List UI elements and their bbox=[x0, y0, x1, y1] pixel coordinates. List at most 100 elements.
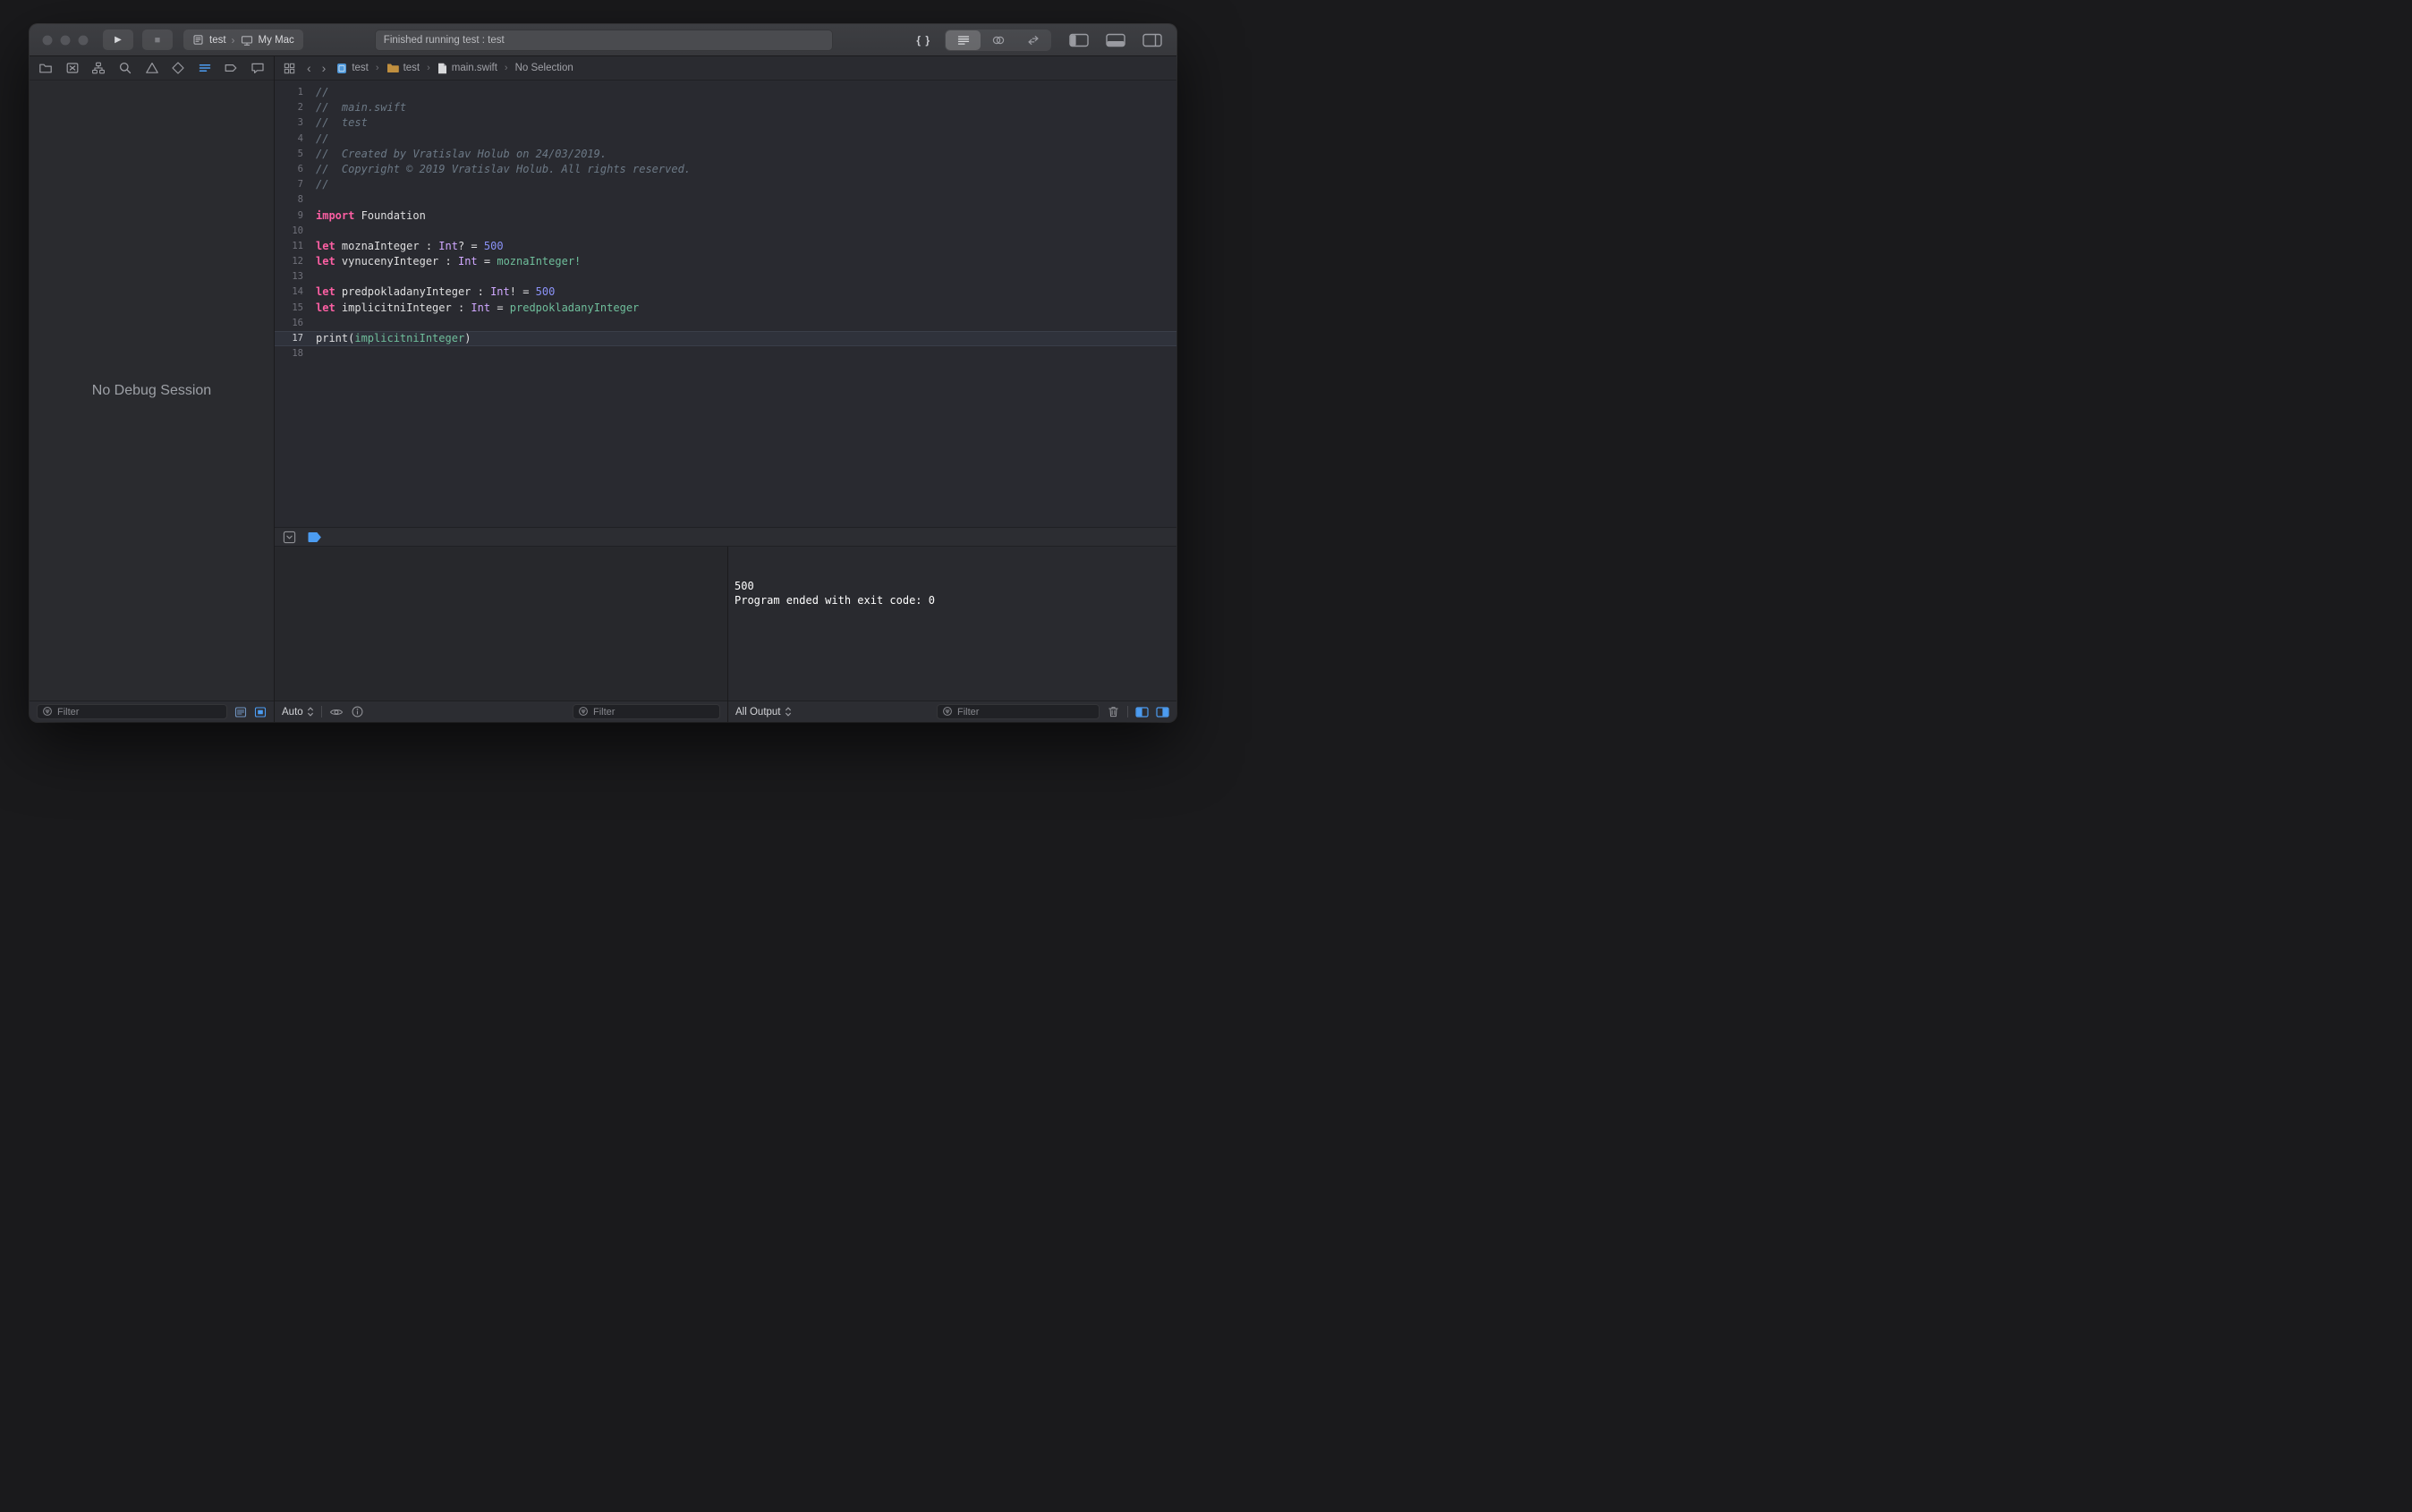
code-text: import Foundation bbox=[316, 208, 426, 222]
toggle-navigator-button[interactable] bbox=[1066, 30, 1092, 51]
code-line-9[interactable]: 9 import Foundation bbox=[275, 208, 1176, 224]
stop-button[interactable]: ■ bbox=[142, 30, 173, 50]
list-square-icon bbox=[234, 706, 247, 718]
console-scope-dropdown[interactable]: All Output bbox=[735, 706, 792, 718]
console-output[interactable]: 500 Program ended with exit code: 0 bbox=[728, 547, 1176, 701]
no-debug-session-text: No Debug Session bbox=[91, 382, 212, 398]
clear-console-button[interactable] bbox=[1107, 705, 1120, 718]
forward-button[interactable]: › bbox=[322, 62, 327, 74]
breadcrumb-label: test bbox=[403, 63, 420, 73]
scheme-selector[interactable]: test › My Mac bbox=[183, 30, 303, 50]
scheme-destination-label: My Mac bbox=[258, 34, 294, 46]
code-line-3[interactable]: 3 // test bbox=[275, 115, 1176, 131]
code-line-2[interactable]: 2 // main.swift bbox=[275, 100, 1176, 115]
activity-status-text: Finished running test : test bbox=[383, 34, 505, 46]
close-window-button[interactable] bbox=[42, 34, 53, 46]
line-number: 16 bbox=[292, 317, 303, 328]
issue-navigator-tab[interactable] bbox=[144, 61, 159, 76]
console-filter-input[interactable] bbox=[957, 706, 1094, 718]
minimize-window-button[interactable] bbox=[60, 34, 71, 46]
thread-view-toggle-button[interactable] bbox=[234, 706, 247, 718]
code-line-14[interactable]: 14 let predpokladanyInteger : Int! = 500 bbox=[275, 285, 1176, 300]
breadcrumb-label: test bbox=[352, 63, 369, 73]
debug-navigator-tab[interactable] bbox=[197, 61, 212, 76]
related-items-button[interactable] bbox=[283, 62, 296, 75]
toggle-variables-view-button[interactable] bbox=[1135, 706, 1149, 718]
variables-pane: Auto bbox=[275, 547, 728, 722]
assistant-editor-button[interactable] bbox=[981, 30, 1015, 50]
breadcrumb-file[interactable]: main.swift bbox=[437, 63, 497, 74]
gauge-bars-icon bbox=[199, 64, 210, 72]
code-line-4[interactable]: 4 // bbox=[275, 132, 1176, 147]
toggle-inspectors-button[interactable] bbox=[1139, 30, 1166, 51]
code-line-16[interactable]: 16 bbox=[275, 316, 1176, 331]
console-lines: 500 Program ended with exit code: 0 bbox=[735, 579, 1170, 607]
project-navigator-tab[interactable] bbox=[38, 61, 54, 76]
code-line-18[interactable]: 18 bbox=[275, 346, 1176, 361]
code-line-15[interactable]: 15 let implicitniInteger : Int = predpokl… bbox=[275, 301, 1176, 316]
report-navigator-tab[interactable] bbox=[251, 61, 266, 76]
breadcrumb-label: main.swift bbox=[451, 63, 497, 73]
zoom-window-button[interactable] bbox=[78, 34, 89, 46]
code-text: // bbox=[316, 132, 329, 145]
code-line-10[interactable]: 10 bbox=[275, 224, 1176, 239]
variables-filter-field[interactable] bbox=[573, 704, 720, 719]
breakpoint-navigator-tab[interactable] bbox=[224, 61, 239, 76]
source-control-navigator-tab[interactable] bbox=[65, 61, 81, 76]
toggle-console-view-button[interactable] bbox=[1156, 706, 1169, 718]
code-text: let implicitniInteger : Int = predpoklad… bbox=[316, 301, 640, 314]
variables-scope-label: Auto bbox=[282, 706, 303, 718]
code-line-12[interactable]: 12 let vynucenyInteger : Int = moznaInteg… bbox=[275, 254, 1176, 269]
code-line-17[interactable]: 17 print(implicitniInteger) bbox=[275, 331, 1176, 347]
navigator-bottom-bar bbox=[30, 701, 274, 722]
test-navigator-tab[interactable] bbox=[171, 61, 186, 76]
line-number: 6 bbox=[297, 163, 303, 174]
code-text: let predpokladanyInteger : Int! = 500 bbox=[316, 285, 556, 299]
filter-icon bbox=[579, 707, 588, 716]
toggle-debug-area-button[interactable] bbox=[1102, 30, 1129, 51]
run-button[interactable]: ▶ bbox=[103, 30, 133, 50]
find-navigator-tab[interactable] bbox=[118, 61, 133, 76]
code-line-8[interactable]: 8 bbox=[275, 192, 1176, 208]
standard-editor-button[interactable] bbox=[946, 30, 981, 50]
code-line-5[interactable]: 5 // Created by Vratislav Holub on 24/03/… bbox=[275, 147, 1176, 162]
back-button[interactable]: ‹ bbox=[307, 62, 311, 74]
breadcrumb-project[interactable]: test bbox=[336, 63, 369, 74]
source-editor[interactable]: 1 // 2 // main.swift 3 // test 4 // 5 // Created … bbox=[275, 81, 1176, 527]
breakpoints-toggle-button[interactable] bbox=[308, 531, 323, 543]
hide-debug-area-button[interactable] bbox=[283, 531, 296, 544]
version-editor-button[interactable] bbox=[1015, 30, 1050, 50]
activity-viewer: Finished running test : test bbox=[374, 29, 833, 51]
code-line-7[interactable]: 7 // bbox=[275, 177, 1176, 192]
code-snippets-button[interactable]: { } bbox=[916, 34, 930, 47]
breadcrumb-group[interactable]: test bbox=[386, 63, 420, 73]
stop-icon: ■ bbox=[154, 34, 161, 46]
breadcrumb-selection[interactable]: No Selection bbox=[515, 63, 573, 73]
code-line-6[interactable]: 6 // Copyright © 2019 Vratislav Holub. Al… bbox=[275, 162, 1176, 177]
navigator-filter-input[interactable] bbox=[57, 706, 222, 718]
memory-debug-toggle-button[interactable] bbox=[254, 706, 267, 718]
search-icon bbox=[119, 62, 132, 74]
debug-navigator-content: No Debug Session bbox=[30, 81, 274, 701]
variables-view[interactable] bbox=[275, 547, 727, 701]
quick-look-button[interactable] bbox=[329, 705, 344, 719]
variables-scope-dropdown[interactable]: Auto bbox=[282, 706, 314, 718]
code-line-1[interactable]: 1 // bbox=[275, 85, 1176, 100]
print-description-button[interactable] bbox=[351, 705, 364, 718]
debug-area: Auto Filter 500 Program ended with exit … bbox=[275, 547, 1176, 722]
line-number: 12 bbox=[292, 256, 303, 268]
console-filter-field[interactable] bbox=[937, 704, 1100, 719]
debug-area-toolbar bbox=[275, 527, 1176, 547]
line-number: 4 bbox=[297, 132, 303, 144]
project-icon bbox=[337, 63, 347, 73]
code-line-11[interactable]: 11 let moznaInteger : Int? = 500 bbox=[275, 239, 1176, 254]
left-half-square-icon bbox=[1135, 706, 1149, 718]
navigator-filter-field[interactable] bbox=[37, 704, 227, 719]
variables-filter-input[interactable] bbox=[593, 706, 715, 718]
code-line-13[interactable]: 13 bbox=[275, 269, 1176, 285]
line-number: 3 bbox=[297, 117, 303, 129]
symbol-navigator-tab[interactable] bbox=[91, 61, 106, 76]
